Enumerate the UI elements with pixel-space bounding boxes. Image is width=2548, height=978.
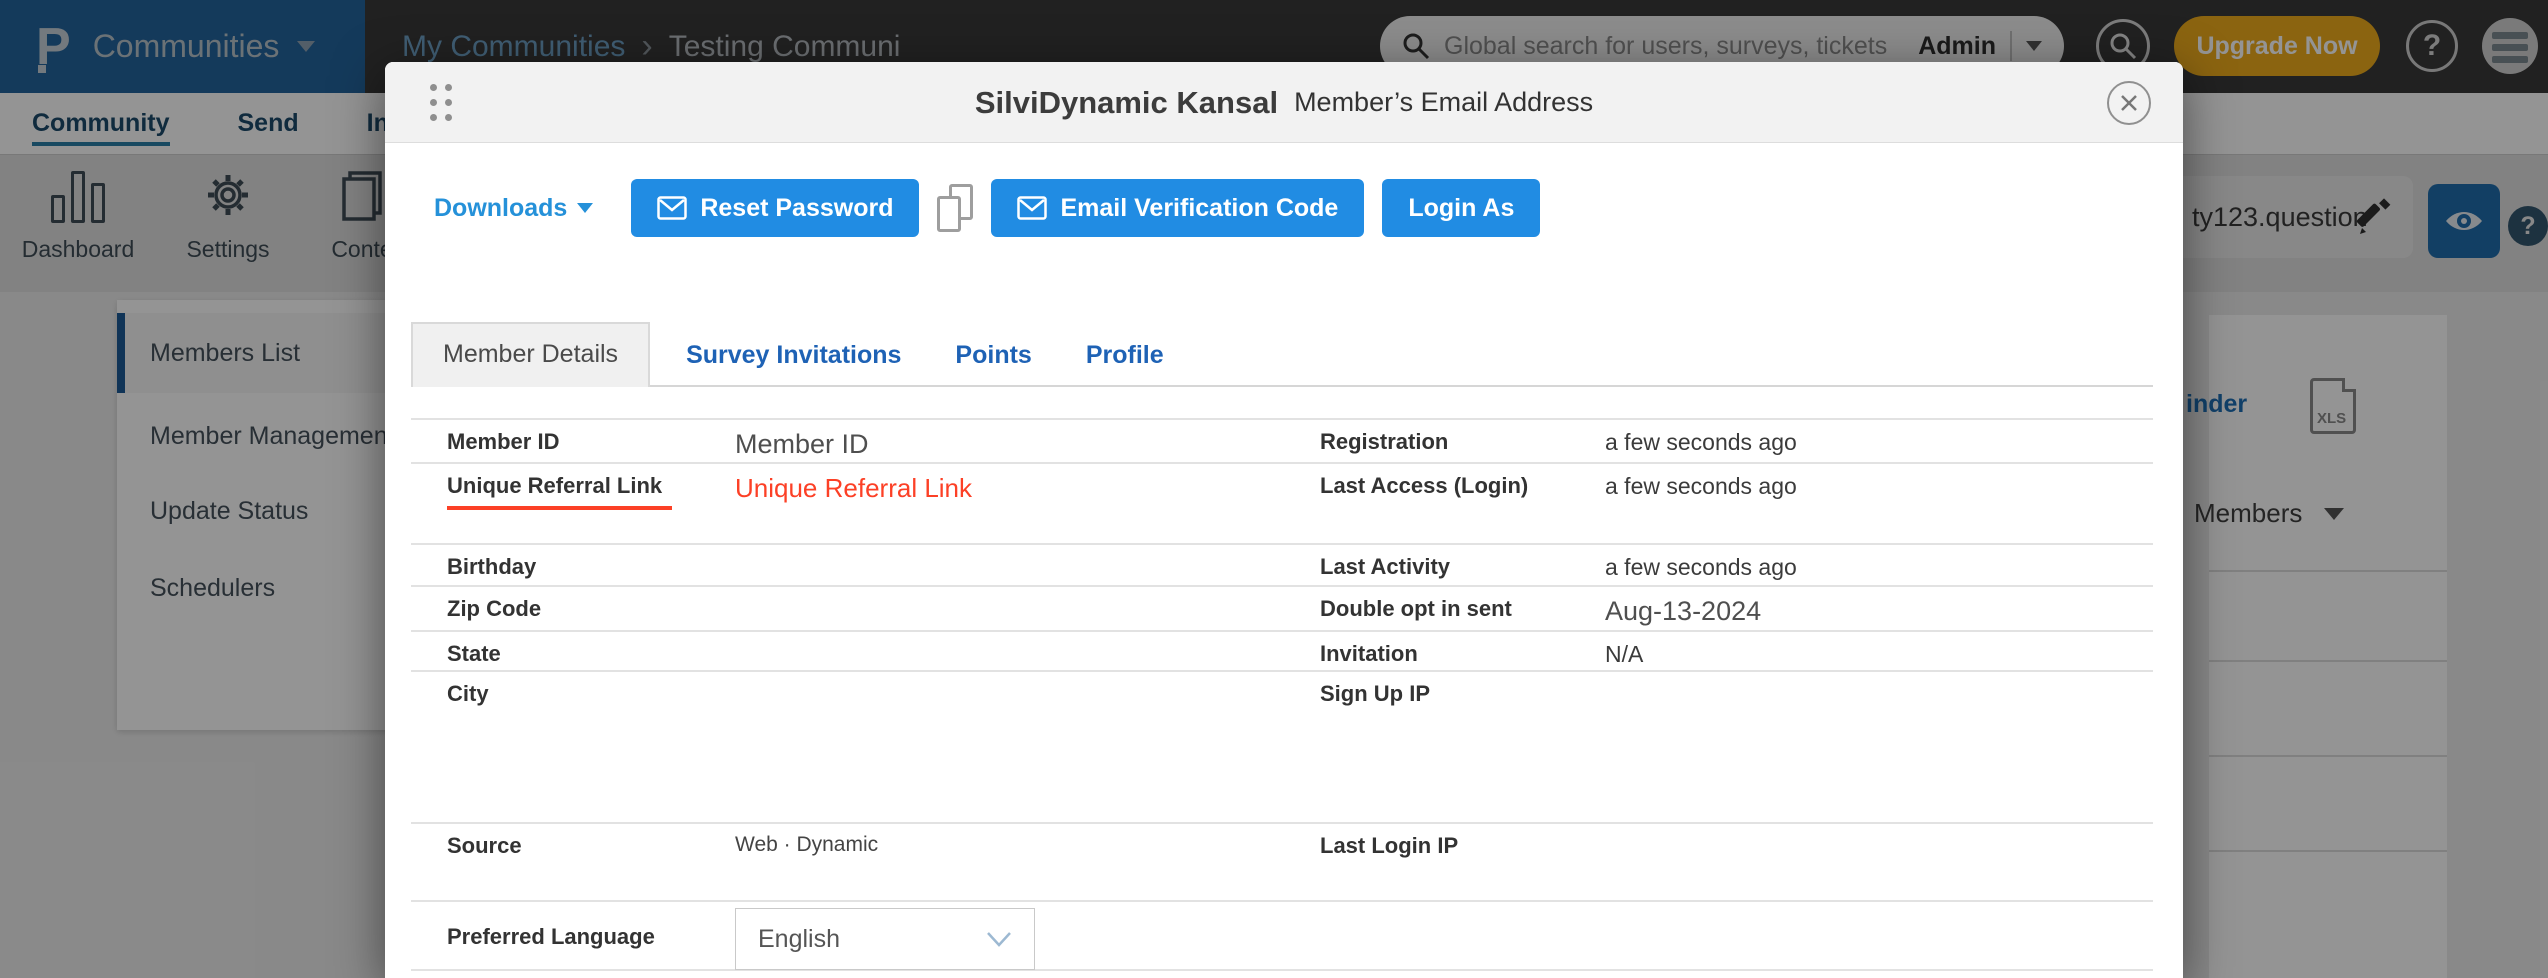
member-details-table: Member ID Member ID Registration a few s… [411,418,2153,971]
table-row: Preferred Language English [411,900,2153,971]
table-row: Unique Referral Link Unique Referral Lin… [411,462,2153,543]
close-button[interactable] [2107,81,2151,125]
field-label-last-activity: Last Activity [1320,554,1451,579]
field-value-last-access: a few seconds ago [1605,473,1797,499]
field-label-last-login-ip: Last Login IP [1320,833,1459,858]
login-as-button[interactable]: Login As [1382,179,1541,237]
login-as-label: Login As [1408,193,1515,222]
modal-subtitle: Member’s Email Address [1294,87,1594,117]
field-value-double-opt-in: Aug-13-2024 [1605,596,1762,626]
field-label-invitation: Invitation [1320,641,1418,666]
field-value-registration: a few seconds ago [1605,429,1797,455]
field-value-source: Web · Dynamic [735,833,879,856]
downloads-label: Downloads [434,193,568,222]
email-verification-code-button[interactable]: Email Verification Code [991,179,1365,237]
email-verification-label: Email Verification Code [1060,193,1339,222]
field-label-last-access: Last Access (Login) [1320,473,1529,498]
field-label-zip-code: Zip Code [447,596,542,621]
reset-password-label: Reset Password [700,193,894,222]
tab-member-details[interactable]: Member Details [411,322,651,387]
field-value-unique-referral-link[interactable]: Unique Referral Link [735,473,972,504]
chevron-down-icon [577,203,594,213]
envelope-icon [657,196,688,220]
downloads-dropdown[interactable]: Downloads [434,193,594,223]
field-label-double-opt-in: Double opt in sent [1320,596,1512,621]
table-row: City Sign Up IP [411,670,2153,822]
field-label-birthday: Birthday [447,554,537,579]
field-label-state: State [447,641,501,666]
modal-title: SilviDynamic Kansal [974,84,1279,120]
tab-profile[interactable]: Profile [1068,324,1182,387]
field-label-preferred-language: Preferred Language [447,924,655,949]
table-row: Source Web · Dynamic Last Login IP [411,822,2153,900]
field-value-last-activity: a few seconds ago [1605,554,1797,580]
modal-header: SilviDynamic Kansal Member’s Email Addre… [385,62,2183,143]
preferred-language-value: English [758,924,840,953]
field-value-member-id: Member ID [735,429,869,459]
field-label-member-id: Member ID [447,429,560,454]
preferred-language-select[interactable]: English [735,908,1035,970]
field-label-source: Source [447,833,522,858]
tab-points[interactable]: Points [937,324,1049,387]
field-label-sign-up-ip: Sign Up IP [1320,681,1430,706]
table-row: Member ID Member ID Registration a few s… [411,418,2153,462]
table-row: Zip Code Double opt in sent Aug-13-2024 [411,585,2153,630]
field-label-city: City [447,681,489,706]
app-screen: P Communities My Communities › Testing C… [0,0,2548,978]
member-details-modal: SilviDynamic Kansal Member’s Email Addre… [385,62,2183,978]
tab-survey-invitations[interactable]: Survey Invitations [668,324,919,387]
close-icon [2121,95,2137,111]
field-label-unique-referral-link: Unique Referral Link [447,473,673,510]
field-value-invitation: N/A [1605,641,1644,667]
chevron-down-icon [987,932,1011,947]
envelope-icon [1017,196,1048,220]
modal-action-bar: Downloads Reset Password Email Verificat… [434,179,1541,237]
table-row: State Invitation N/A [411,630,2153,670]
copy-icon[interactable] [937,184,974,232]
field-label-registration: Registration [1320,429,1449,454]
reset-password-button[interactable]: Reset Password [631,179,920,237]
modal-tabs: Member Details Survey Invitations Points… [411,322,1182,387]
table-row: Birthday Last Activity a few seconds ago [411,543,2153,585]
